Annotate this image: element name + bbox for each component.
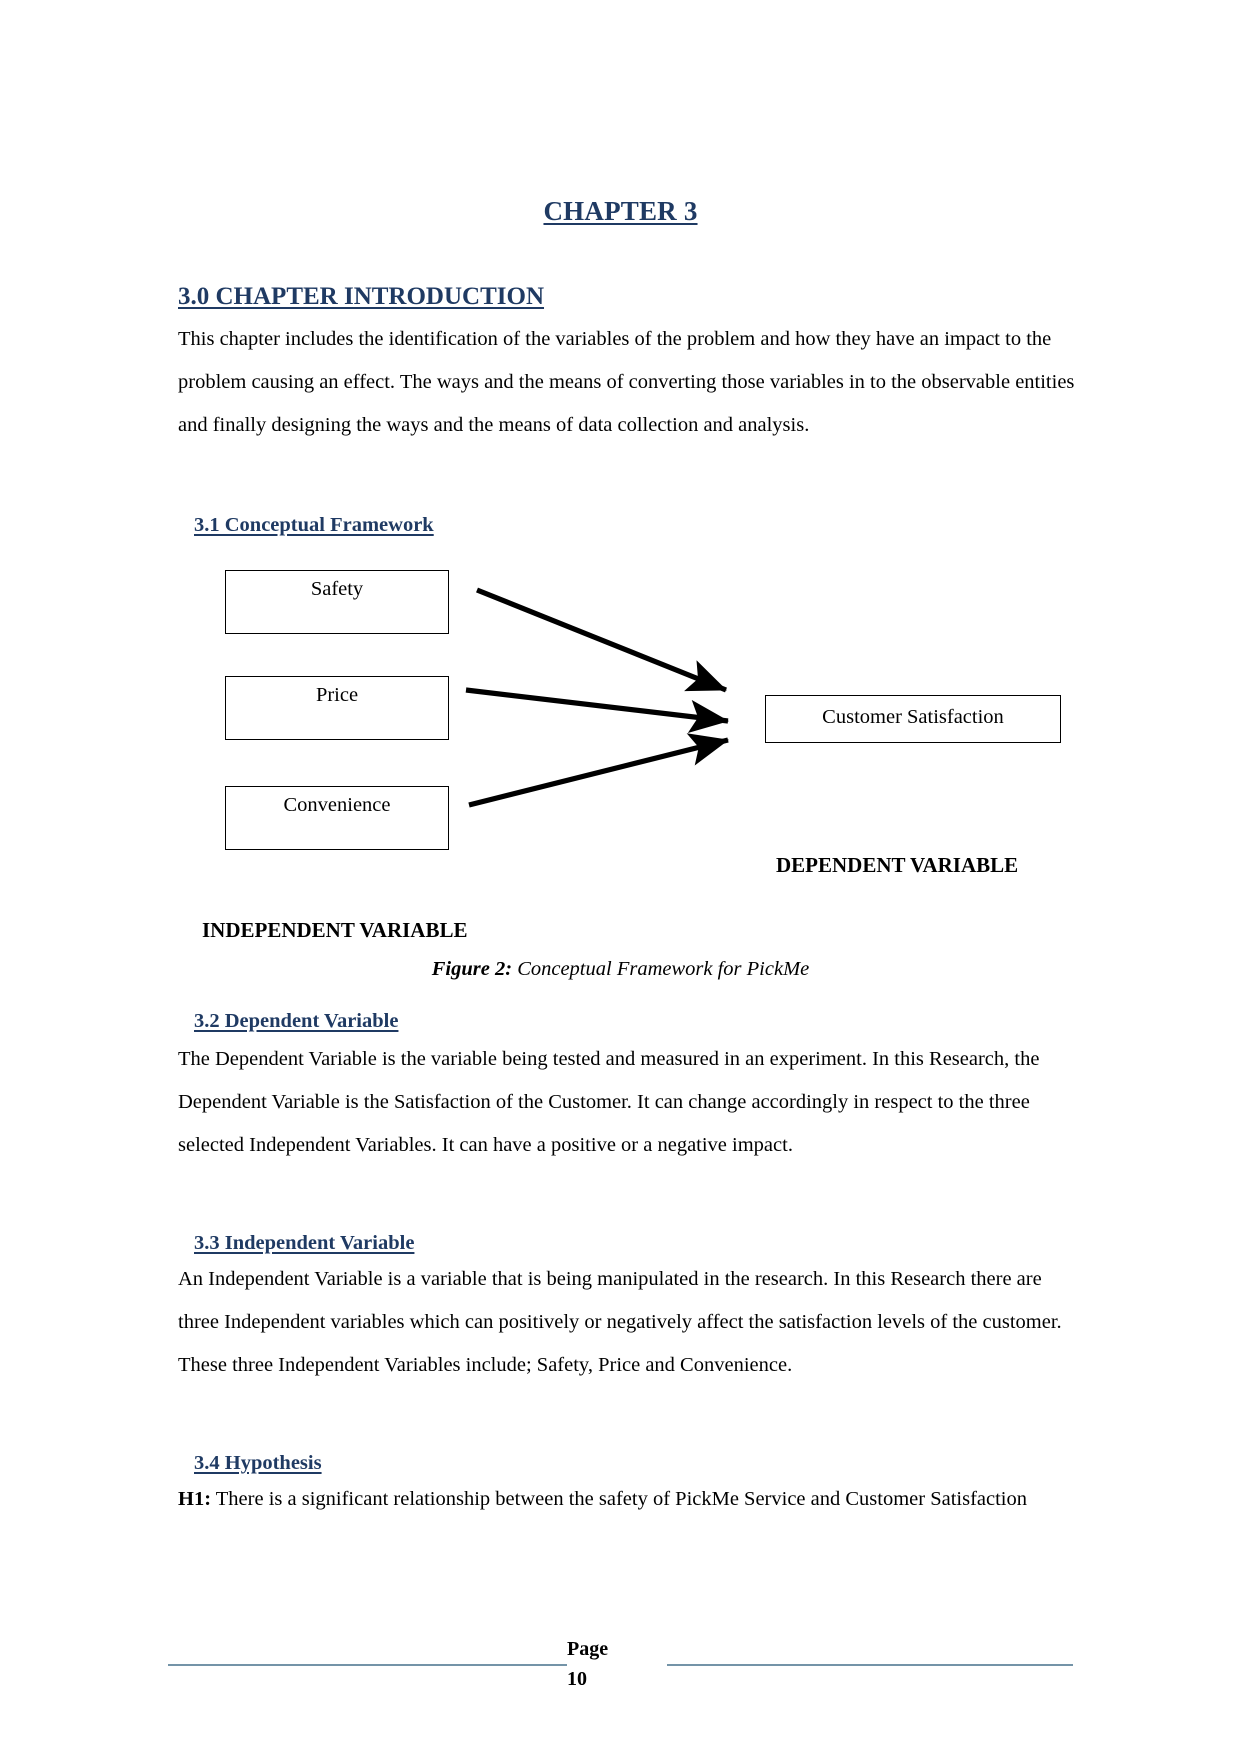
- heading-independent-variable: 3.3 Independent Variable: [194, 1232, 414, 1255]
- paragraph-hypothesis: H1: There is a significant relationship …: [178, 1478, 1076, 1521]
- heading-hypothesis: 3.4 Hypothesis: [194, 1452, 322, 1475]
- diagram-box-convenience: Convenience: [225, 786, 449, 850]
- paragraph-independent-variable: An Independent Variable is a variable th…: [178, 1268, 1062, 1376]
- hypothesis-label: H1:: [178, 1488, 212, 1510]
- heading-chapter-introduction-text: 3.0 CHAPTER INTRODUCTION: [178, 283, 545, 310]
- page-footer: Page 10: [0, 1612, 1241, 1722]
- diagram-label-independent-variable: INDEPENDENT VARIABLE: [202, 918, 468, 942]
- heading-conceptual-framework: 3.1 Conceptual Framework: [194, 514, 434, 537]
- heading-conceptual-framework-text: 3.1 Conceptual Framework: [194, 514, 434, 536]
- chapter-title-text: CHAPTER 3: [543, 196, 698, 226]
- arrow-safety-to-satisfaction: [476, 587, 727, 693]
- hypothesis-text: There is a significant relationship betw…: [211, 1488, 1028, 1510]
- footer-rule-left: [168, 1664, 567, 1666]
- footer-rule-right: [667, 1664, 1073, 1666]
- diagram-box-customer-satisfaction-label: Customer Satisfaction: [822, 706, 1004, 728]
- paragraph-chapter-introduction: This chapter includes the identification…: [178, 328, 1075, 436]
- diagram-box-price-label: Price: [315, 684, 359, 706]
- arrow-price-to-satisfaction: [465, 687, 730, 734]
- arrow-convenience-to-satisfaction: [468, 733, 730, 808]
- document-page: CHAPTER 3 3.0 CHAPTER INTRODUCTION This …: [0, 0, 1241, 1754]
- diagram-box-safety-label: Safety: [310, 578, 364, 600]
- heading-chapter-introduction: 3.0 CHAPTER INTRODUCTION: [178, 283, 544, 311]
- heading-dependent-variable-text: 3.2 Dependent Variable: [194, 1010, 399, 1032]
- diagram-box-price: Price: [225, 676, 449, 740]
- diagram-box-safety: Safety: [225, 570, 449, 634]
- page-number-block: Page 10: [567, 1634, 667, 1694]
- page-word: Page: [567, 1638, 609, 1660]
- figure-number: Figure 2:: [431, 958, 513, 980]
- heading-independent-variable-text: 3.3 Independent Variable: [194, 1232, 415, 1254]
- chapter-title: CHAPTER 3: [0, 196, 1241, 227]
- paragraph-dependent-variable: The Dependent Variable is the variable b…: [178, 1048, 1040, 1156]
- diagram-box-customer-satisfaction: Customer Satisfaction: [765, 695, 1061, 743]
- figure-caption-text: Conceptual Framework for PickMe: [512, 958, 810, 980]
- conceptual-framework-diagram: Safety Price Convenience Customer Satisf…: [0, 540, 1241, 942]
- figure-caption: Figure 2: Conceptual Framework for PickM…: [0, 958, 1241, 981]
- page-number: 10: [567, 1668, 587, 1690]
- heading-hypothesis-text: 3.4 Hypothesis: [194, 1452, 322, 1474]
- diagram-label-dependent-variable: DEPENDENT VARIABLE: [776, 853, 1019, 877]
- heading-dependent-variable: 3.2 Dependent Variable: [194, 1010, 398, 1033]
- diagram-box-convenience-label: Convenience: [283, 794, 391, 816]
